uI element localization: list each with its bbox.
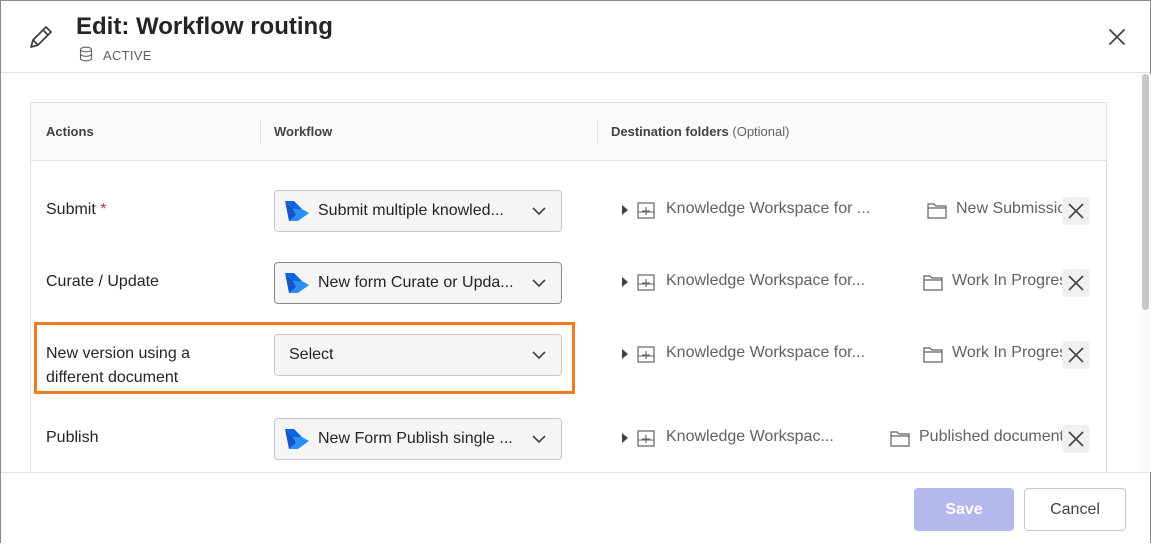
workflow-routing-dialog: Edit: Workflow routing ACTIVE Actions Wo… <box>0 0 1151 544</box>
workspace-icon <box>637 274 655 291</box>
cancel-button[interactable]: Cancel <box>1024 488 1126 531</box>
power-automate-icon <box>285 429 309 449</box>
close-icon <box>1068 347 1084 363</box>
action-label-publish: Publish <box>46 429 99 446</box>
power-automate-icon <box>285 201 309 221</box>
expand-caret-icon[interactable] <box>621 433 629 443</box>
workspace-name: Knowledge Workspac... <box>666 428 834 445</box>
expand-caret-icon[interactable] <box>621 349 629 359</box>
workflow-select-value: New form Curate or Upda... <box>318 274 514 291</box>
column-divider <box>597 119 598 145</box>
destination-label: Destination folders <box>611 124 729 139</box>
workspace-icon <box>637 430 655 447</box>
workflow-select-new-version[interactable]: Select <box>274 334 562 376</box>
chevron-down-icon <box>532 435 546 444</box>
required-marker: * <box>100 201 107 218</box>
dialog-header: Edit: Workflow routing ACTIVE <box>1 1 1150 73</box>
chevron-down-icon <box>532 351 546 360</box>
pencil-icon <box>30 26 52 48</box>
workspace-name: Knowledge Workspace for... <box>666 344 865 361</box>
folder-name: Work In Progress <box>952 344 1076 361</box>
workflow-select-value: Submit multiple knowled... <box>318 202 504 219</box>
workflow-select-value: Select <box>289 346 334 363</box>
database-icon <box>79 46 93 62</box>
remove-destination-button[interactable] <box>1062 269 1090 297</box>
routing-table: Actions Workflow Destination folders (Op… <box>30 102 1107 472</box>
optional-label: (Optional) <box>732 124 790 139</box>
workspace-icon <box>637 202 655 219</box>
dialog-content: Actions Workflow Destination folders (Op… <box>1 74 1137 472</box>
dialog-footer: Save Cancel <box>1 472 1150 544</box>
folder-icon <box>890 431 910 447</box>
folder-icon <box>927 203 947 219</box>
power-automate-icon <box>285 273 309 293</box>
folder-name: Published documents <box>919 428 1072 445</box>
save-button[interactable]: Save <box>914 488 1014 531</box>
action-label-new-version: New version using a different document <box>46 345 191 386</box>
workflow-select-curate[interactable]: New form Curate or Upda... <box>274 262 562 304</box>
remove-destination-button[interactable] <box>1062 425 1090 453</box>
expand-caret-icon[interactable] <box>621 277 629 287</box>
action-label-curate: Curate / Update <box>46 273 159 290</box>
expand-caret-icon[interactable] <box>621 205 629 215</box>
column-header-destination: Destination folders (Optional) <box>611 124 789 139</box>
close-icon <box>1068 203 1084 219</box>
column-divider <box>260 119 261 145</box>
remove-destination-button[interactable] <box>1062 341 1090 369</box>
column-header-actions: Actions <box>46 124 94 139</box>
workspace-icon <box>637 346 655 363</box>
dialog-title: Edit: Workflow routing <box>76 13 333 40</box>
close-icon[interactable] <box>1105 25 1129 49</box>
chevron-down-icon <box>532 207 546 216</box>
status-badge: ACTIVE <box>103 48 152 63</box>
close-icon <box>1068 275 1084 291</box>
folder-name: New Submission <box>956 200 1076 217</box>
workspace-name: Knowledge Workspace for... <box>666 272 865 289</box>
workspace-name: Knowledge Workspace for ... <box>666 200 871 217</box>
scrollbar-thumb[interactable] <box>1142 74 1149 310</box>
workflow-select-publish[interactable]: New Form Publish single ... <box>274 418 562 460</box>
close-icon <box>1068 431 1084 447</box>
folder-icon <box>923 275 943 291</box>
folder-icon <box>923 347 943 363</box>
column-header-workflow: Workflow <box>274 124 333 139</box>
table-header: Actions Workflow Destination folders (Op… <box>31 103 1106 161</box>
action-label-submit: Submit * <box>46 201 107 218</box>
chevron-down-icon <box>532 279 546 288</box>
workflow-select-submit[interactable]: Submit multiple knowled... <box>274 190 562 232</box>
remove-destination-button[interactable] <box>1062 197 1090 225</box>
vertical-scrollbar[interactable] <box>1139 74 1151 472</box>
folder-name: Work In Progress <box>952 272 1076 289</box>
workflow-select-value: New Form Publish single ... <box>318 430 513 447</box>
